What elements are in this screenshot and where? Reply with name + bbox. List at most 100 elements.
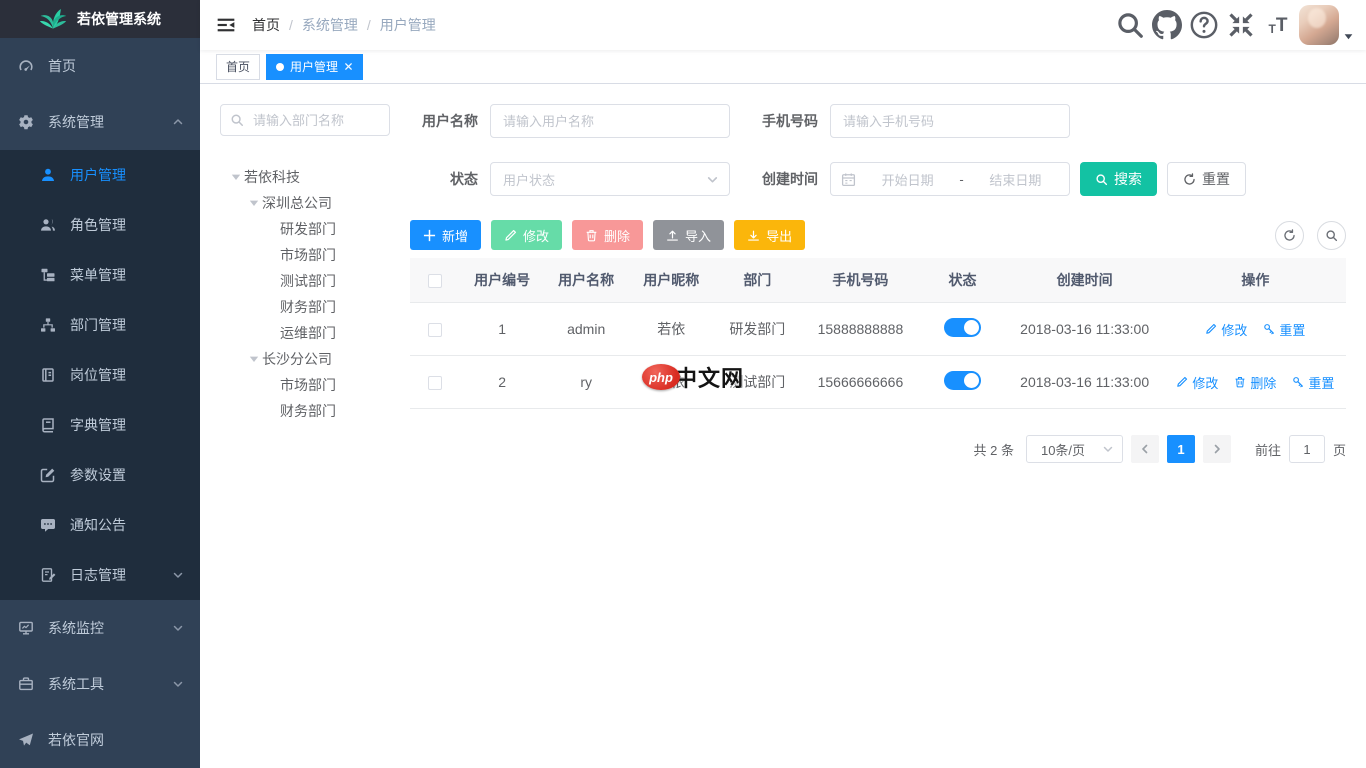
tree-node-label: 若依科技	[244, 167, 300, 187]
caret-down-icon[interactable]	[246, 197, 262, 209]
sidebar-submenu: 用户管理角色管理菜单管理部门管理岗位管理字典管理参数设置通知公告日志管理	[0, 150, 200, 600]
page-number-button[interactable]: 1	[1167, 435, 1195, 463]
search-icon	[1325, 229, 1338, 242]
select-all-checkbox[interactable]	[428, 274, 442, 288]
exit-fullscreen-icon[interactable]	[1226, 7, 1256, 43]
phone-label: 手机号码	[750, 111, 830, 131]
action-label: 修改	[1221, 320, 1247, 339]
tree-node[interactable]: 财务部门	[220, 398, 390, 424]
hamburger-icon[interactable]	[216, 15, 236, 35]
dept-search-box	[220, 104, 390, 136]
message-icon	[40, 517, 56, 533]
sidebar-item-notice[interactable]: 通知公告	[0, 500, 200, 550]
app-logo[interactable]: 若依管理系统	[0, 0, 200, 38]
pagination-total: 共 2 条	[974, 440, 1014, 459]
sidebar-item-post[interactable]: 岗位管理	[0, 350, 200, 400]
sidebar-item-system[interactable]: 系统管理	[0, 94, 200, 150]
search-button[interactable]: 搜索	[1080, 162, 1157, 196]
username-label: 用户名称	[410, 111, 490, 131]
tab-user-manage[interactable]: 用户管理	[266, 54, 363, 80]
row-action-edit[interactable]: 修改	[1205, 320, 1247, 339]
sidebar-item-label: 菜单管理	[70, 265, 126, 285]
sidebar-item-dept[interactable]: 部门管理	[0, 300, 200, 350]
status-select[interactable]: 用户状态	[490, 162, 730, 196]
next-page-button[interactable]	[1203, 435, 1231, 463]
search-icon-button[interactable]	[1317, 221, 1346, 250]
username-input[interactable]	[490, 104, 730, 138]
breadcrumb-item[interactable]: 首页	[252, 15, 280, 35]
sidebar-item-menu[interactable]: 菜单管理	[0, 250, 200, 300]
tree-node-label: 研发部门	[280, 219, 336, 239]
caret-down-icon[interactable]	[228, 171, 244, 183]
avatar[interactable]	[1299, 5, 1339, 45]
button-label: 新增	[442, 226, 468, 245]
github-icon[interactable]	[1152, 7, 1182, 43]
add-button[interactable]: 新增	[410, 220, 481, 250]
row-action-delete[interactable]: 删除	[1234, 373, 1276, 392]
dept-cell: 研发部门	[714, 303, 800, 356]
edit-button[interactable]: 修改	[491, 220, 562, 250]
export-button[interactable]: 导出	[734, 220, 805, 250]
search-icon[interactable]	[1115, 7, 1145, 43]
sidebar-item-role[interactable]: 角色管理	[0, 200, 200, 250]
user-id-cell: 2	[460, 356, 544, 409]
header-checkbox-cell	[410, 258, 460, 303]
tree-node[interactable]: 长沙分公司	[220, 346, 390, 372]
caret-down-icon[interactable]	[246, 353, 262, 365]
caret-down-icon[interactable]	[1343, 31, 1354, 42]
font-size-icon[interactable]: TT	[1263, 7, 1293, 43]
status-toggle[interactable]	[944, 371, 981, 390]
row-checkbox[interactable]	[428, 323, 442, 337]
tree-node-label: 深圳总公司	[262, 193, 332, 213]
app-window: 若依管理系统 首页系统管理用户管理角色管理菜单管理部门管理岗位管理字典管理参数设…	[0, 0, 1366, 768]
help-icon[interactable]	[1189, 7, 1219, 43]
log-icon	[40, 567, 56, 583]
tree-node[interactable]: 测试部门	[220, 268, 390, 294]
sidebar-item-user[interactable]: 用户管理	[0, 150, 200, 200]
tree-node[interactable]: 研发部门	[220, 216, 390, 242]
sidebar-item-config[interactable]: 参数设置	[0, 450, 200, 500]
edit-icon	[40, 467, 56, 483]
date-range-picker[interactable]: 开始日期 - 结束日期	[830, 162, 1070, 196]
close-icon[interactable]	[344, 62, 353, 71]
goto-page-input[interactable]	[1289, 435, 1325, 463]
monitor-icon	[18, 620, 34, 636]
row-action-edit[interactable]: 修改	[1176, 373, 1218, 392]
tree-node[interactable]: 财务部门	[220, 294, 390, 320]
tree-node-label: 财务部门	[280, 297, 336, 317]
filter-row-2: 状态 用户状态 创建时间 开始日期 - 结束日期	[410, 162, 1346, 196]
page-size-select[interactable]: 10条/页	[1026, 435, 1123, 463]
status-toggle[interactable]	[944, 318, 981, 337]
sidebar-item-home[interactable]: 首页	[0, 38, 200, 94]
tree-node[interactable]: 市场部门	[220, 372, 390, 398]
row-action-reset-password[interactable]: 重置	[1263, 320, 1305, 339]
phone-input[interactable]	[830, 104, 1070, 138]
reset-button[interactable]: 重置	[1167, 162, 1246, 196]
sidebar-item-monitor[interactable]: 系统监控	[0, 600, 200, 656]
dept-search-input[interactable]	[251, 112, 380, 129]
button-label: 导出	[766, 226, 792, 245]
tree-node-label: 运维部门	[280, 323, 336, 343]
sidebar-item-tool[interactable]: 系统工具	[0, 656, 200, 712]
phone-cell: 15666666666	[800, 356, 920, 409]
delete-button[interactable]: 删除	[572, 220, 643, 250]
row-checkbox[interactable]	[428, 376, 442, 390]
import-button[interactable]: 导入	[653, 220, 724, 250]
tree-node[interactable]: 若依科技	[220, 164, 390, 190]
reset-button-label: 重置	[1202, 169, 1230, 189]
sidebar-item-log[interactable]: 日志管理	[0, 550, 200, 600]
row-action-reset-password[interactable]: 重置	[1292, 373, 1334, 392]
tree-node[interactable]: 市场部门	[220, 242, 390, 268]
refresh-icon	[1283, 229, 1296, 242]
prev-page-button[interactable]	[1131, 435, 1159, 463]
table-body: 1admin若依研发部门158888888882018-03-16 11:33:…	[410, 303, 1346, 409]
tree-node[interactable]: 深圳总公司	[220, 190, 390, 216]
username-cell: ry	[544, 356, 628, 409]
breadcrumb: 首页/系统管理/用户管理	[252, 15, 436, 35]
sidebar-item-website[interactable]: 若依官网	[0, 712, 200, 768]
sidebar-item-dict[interactable]: 字典管理	[0, 400, 200, 450]
tab-home[interactable]: 首页	[216, 54, 260, 80]
refresh-icon-button[interactable]	[1275, 221, 1304, 250]
tree-node[interactable]: 运维部门	[220, 320, 390, 346]
tree-node-label: 长沙分公司	[262, 349, 332, 369]
